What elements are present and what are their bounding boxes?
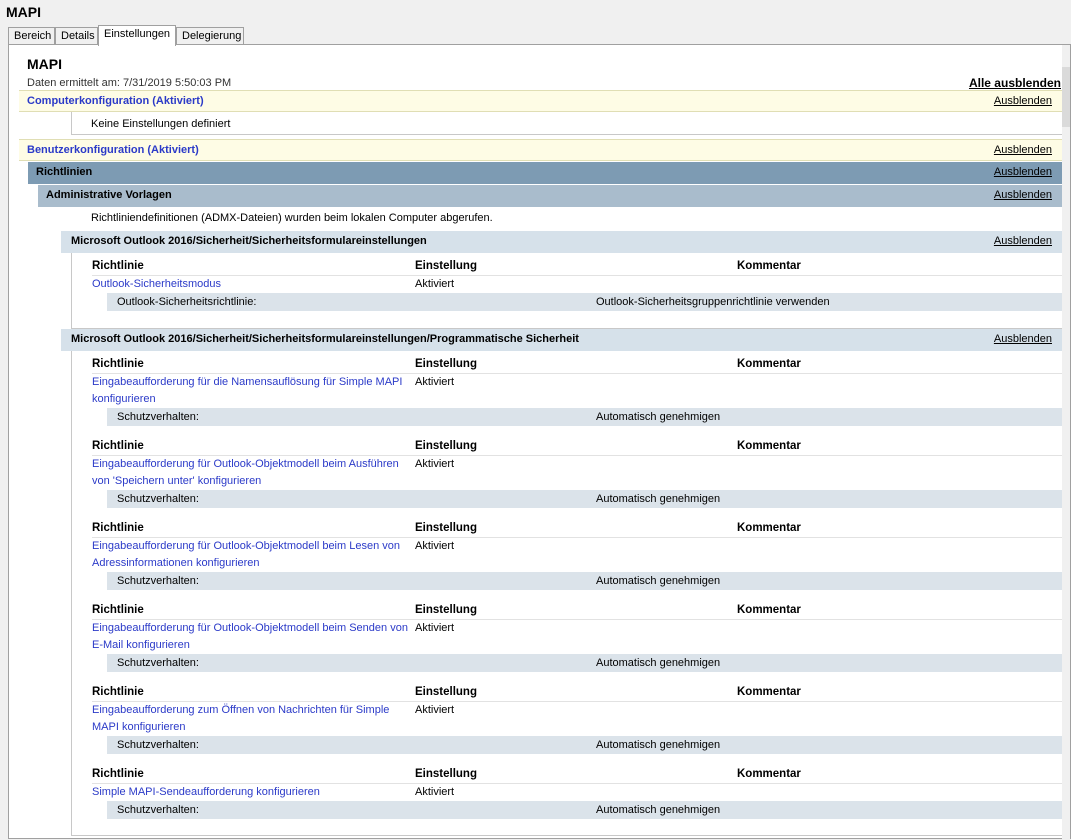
report-date: Daten ermittelt am: 7/31/2019 5:50:03 PM [27, 77, 232, 89]
admin-templates-header[interactable]: Administrative Vorlagen Ausblenden [38, 185, 1062, 207]
col-header-policy: Richtlinie [92, 686, 144, 698]
user-config-header[interactable]: Benutzerkonfiguration (Aktiviert) Ausble… [19, 139, 1062, 161]
admin-templates-hide-link[interactable]: Ausblenden [994, 189, 1052, 201]
col-header-setting: Einstellung [415, 260, 477, 272]
tab-details[interactable]: Details [55, 27, 98, 45]
col-header-comment: Kommentar [737, 358, 801, 370]
section2-title: Microsoft Outlook 2016/Sicherheit/Sicher… [71, 333, 579, 345]
policy-subsetting-row: Schutzverhalten: Automatisch genehmigen [107, 490, 1062, 508]
report-title: MAPI [27, 56, 62, 72]
subsetting-key: Schutzverhalten: [117, 739, 199, 751]
policy-subsetting-row: Schutzverhalten: Automatisch genehmigen [107, 572, 1062, 590]
subsetting-value: Automatisch genehmigen [596, 411, 721, 423]
col-header-policy: Richtlinie [92, 522, 144, 534]
policy-link[interactable]: Eingabeaufforderung für Outlook-Objektmo… [92, 538, 412, 572]
section1-title: Microsoft Outlook 2016/Sicherheit/Sicher… [71, 235, 427, 247]
tab-einstellungen[interactable]: Einstellungen [98, 25, 176, 46]
subsetting-value: Outlook-Sicherheitsgruppenrichtlinie ver… [596, 296, 830, 308]
subsetting-key: Schutzverhalten: [117, 411, 199, 423]
col-header-policy: Richtlinie [92, 768, 144, 780]
tab-delegierung[interactable]: Delegierung [176, 27, 244, 45]
policy-setting: Aktiviert [415, 376, 455, 388]
col-header-comment: Kommentar [737, 260, 801, 272]
policy-setting: Aktiviert [415, 458, 455, 470]
policy-subsetting-row: Schutzverhalten: Automatisch genehmigen [107, 408, 1062, 426]
policy-subsetting-row: Schutzverhalten: Automatisch genehmigen [107, 736, 1062, 754]
policies-header[interactable]: Richtlinien Ausblenden [28, 162, 1062, 184]
admx-note: Richtliniendefinitionen (ADMX-Dateien) w… [91, 212, 493, 224]
policies-label: Richtlinien [36, 166, 93, 178]
no-settings-text: Keine Einstellungen definiert [91, 118, 231, 130]
subsetting-key: Schutzverhalten: [117, 493, 199, 505]
col-header-setting: Einstellung [415, 768, 477, 780]
subsetting-value: Automatisch genehmigen [596, 575, 721, 587]
policy-link[interactable]: Eingabeaufforderung zum Öffnen von Nachr… [92, 702, 412, 736]
col-header-setting: Einstellung [415, 358, 477, 370]
policy-link[interactable]: Eingabeaufforderung für Outlook-Objektmo… [92, 620, 412, 654]
col-header-policy: Richtlinie [92, 440, 144, 452]
admin-templates-label: Administrative Vorlagen [46, 189, 172, 201]
policy-setting: Aktiviert [415, 786, 455, 798]
col-header-comment: Kommentar [737, 522, 801, 534]
policy-link[interactable]: Simple MAPI-Sendeaufforderung konfigurie… [92, 784, 412, 801]
col-header-setting: Einstellung [415, 522, 477, 534]
subsetting-key: Schutzverhalten: [117, 804, 199, 816]
col-header-setting: Einstellung [415, 604, 477, 616]
policy-subsetting-row: Outlook-Sicherheitsrichtlinie: Outlook-S… [107, 293, 1062, 311]
col-header-comment: Kommentar [737, 440, 801, 452]
policy-subsetting-row: Schutzverhalten: Automatisch genehmigen [107, 801, 1062, 819]
report-pane: MAPI Daten ermittelt am: 7/31/2019 5:50:… [8, 44, 1071, 840]
subsetting-value: Automatisch genehmigen [596, 657, 721, 669]
col-header-setting: Einstellung [415, 686, 477, 698]
col-header-policy: Richtlinie [92, 260, 144, 272]
subsetting-key: Outlook-Sicherheitsrichtlinie: [117, 296, 257, 308]
computer-config-hide-link[interactable]: Ausblenden [994, 95, 1052, 107]
vertical-scrollbar[interactable] [1062, 45, 1070, 840]
subsetting-value: Automatisch genehmigen [596, 804, 721, 816]
subsetting-value: Automatisch genehmigen [596, 739, 721, 751]
policy-link[interactable]: Eingabeaufforderung für Outlook-Objektmo… [92, 456, 412, 490]
col-header-comment: Kommentar [737, 604, 801, 616]
policy-setting: Aktiviert [415, 278, 455, 290]
col-header-comment: Kommentar [737, 686, 801, 698]
computer-config-label: Computerkonfiguration (Aktiviert) [27, 95, 204, 107]
policy-setting: Aktiviert [415, 704, 455, 716]
policies-hide-link[interactable]: Ausblenden [994, 166, 1052, 178]
user-config-label: Benutzerkonfiguration (Aktiviert) [27, 144, 199, 156]
tab-bereich[interactable]: Bereich [8, 27, 55, 45]
col-header-comment: Kommentar [737, 768, 801, 780]
hide-all-link[interactable]: Alle ausblenden [969, 76, 1061, 90]
col-header-policy: Richtlinie [92, 604, 144, 616]
user-config-hide-link[interactable]: Ausblenden [994, 144, 1052, 156]
subsetting-key: Schutzverhalten: [117, 657, 199, 669]
section1-hide-link[interactable]: Ausblenden [994, 235, 1052, 247]
scrollbar-thumb[interactable] [1062, 67, 1070, 127]
section2-hide-link[interactable]: Ausblenden [994, 333, 1052, 345]
policy-link[interactable]: Eingabeaufforderung für die Namensauflös… [92, 374, 412, 408]
policy-setting: Aktiviert [415, 540, 455, 552]
section2-header[interactable]: Microsoft Outlook 2016/Sicherheit/Sicher… [61, 329, 1062, 351]
subsetting-value: Automatisch genehmigen [596, 493, 721, 505]
report-content: MAPI Daten ermittelt am: 7/31/2019 5:50:… [19, 45, 1071, 840]
window-title: MAPI [6, 4, 41, 20]
computer-config-header[interactable]: Computerkonfiguration (Aktiviert) Ausble… [19, 90, 1062, 112]
col-header-setting: Einstellung [415, 440, 477, 452]
col-header-policy: Richtlinie [92, 358, 144, 370]
policy-setting: Aktiviert [415, 622, 455, 634]
policy-subsetting-row: Schutzverhalten: Automatisch genehmigen [107, 654, 1062, 672]
policy-link[interactable]: Outlook-Sicherheitsmodus [92, 276, 412, 293]
subsetting-key: Schutzverhalten: [117, 575, 199, 587]
section1-header[interactable]: Microsoft Outlook 2016/Sicherheit/Sicher… [61, 231, 1062, 253]
